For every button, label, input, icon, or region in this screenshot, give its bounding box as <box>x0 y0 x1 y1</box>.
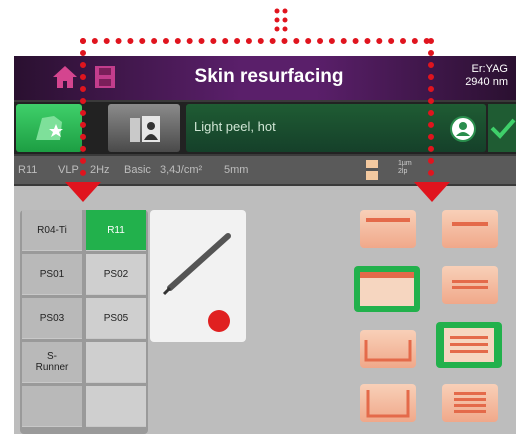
header-bar: Skin resurfacing Er:YAG 2940 nm <box>14 56 516 100</box>
preset-selector[interactable]: Light peel, hot <box>186 104 486 152</box>
handpiece-R04-Ti[interactable]: R04-Ti <box>22 210 82 251</box>
pattern-2-button[interactable] <box>354 266 420 312</box>
handpiece-S-Runner[interactable]: S- Runner <box>22 342 82 383</box>
laser-wavelength: 2940 nm <box>465 76 508 88</box>
callout-top-line <box>80 38 430 44</box>
handpiece-PS05[interactable]: PS05 <box>86 298 146 339</box>
patient-tab-button[interactable] <box>108 104 180 152</box>
handpiece-empty-3 <box>86 386 146 427</box>
preset-label: Light peel, hot <box>194 119 276 134</box>
param-extra-1: 1µm <box>398 160 412 167</box>
callout-arrow-left <box>65 182 101 202</box>
handpiece-empty-2 <box>22 386 82 427</box>
treatment-tab-button[interactable] <box>16 104 82 152</box>
param-fluence: 3,4J/cm² <box>160 164 203 176</box>
param-handpiece: R11 <box>18 164 38 176</box>
handpiece-grid: R04-Ti R11 PS01 PS02 PS03 PS05 S- Runner <box>20 210 148 434</box>
handpiece-preview <box>150 210 246 342</box>
pattern-3-button[interactable] <box>360 330 416 368</box>
main-panel: R04-Ti R11 PS01 PS02 PS03 PS05 S- Runner <box>14 186 516 434</box>
param-frequency: 2Hz <box>90 164 110 176</box>
param-extra-2: 2lp <box>398 168 408 175</box>
callout-right-line <box>428 38 434 188</box>
page-title: Skin resurfacing <box>194 66 344 87</box>
device-screen: Skin resurfacing Er:YAG 2940 nm Light pe… <box>14 56 516 434</box>
parameters-bar: R11 VLP 2Hz Basic 3,4J/cm² 5mm 1µm 2lp <box>14 156 516 184</box>
param-mode: VLP <box>58 164 79 176</box>
laser-type: Er:YAG 2940 nm <box>465 63 508 89</box>
handpiece-R11[interactable]: R11 <box>86 210 146 251</box>
param-spot: 5mm <box>224 164 249 176</box>
confirm-check-button[interactable] <box>488 104 516 152</box>
laser-name: Er:YAG <box>471 63 508 75</box>
pattern-5-button[interactable] <box>442 210 498 248</box>
handpiece-PS03[interactable]: PS03 <box>22 298 82 339</box>
pattern-8-button[interactable] <box>442 384 498 422</box>
handpiece-icon <box>162 233 231 296</box>
handpiece-PS02[interactable]: PS02 <box>86 254 146 295</box>
user-icon[interactable] <box>450 116 476 142</box>
pattern-7-button[interactable] <box>436 322 502 368</box>
patient-file-icon <box>130 116 160 142</box>
pattern-4-button[interactable] <box>360 384 416 422</box>
mode-bar: Light peel, hot <box>14 102 516 154</box>
param-basic: Basic <box>124 164 151 176</box>
check-icon <box>490 118 516 139</box>
param-extra: 1µm 2lp <box>398 160 412 176</box>
face-star-icon <box>36 116 63 140</box>
pattern-6-button[interactable] <box>442 266 498 304</box>
callout-stem <box>274 8 288 32</box>
aiming-beam-indicator <box>208 310 230 332</box>
callout-arrow-right <box>414 182 450 202</box>
mode-indicator-icon <box>366 160 378 180</box>
pattern-1-button[interactable] <box>360 210 416 248</box>
home-icon[interactable] <box>52 64 78 90</box>
handpiece-empty-1 <box>86 342 146 383</box>
callout-left-line <box>80 38 86 188</box>
handpiece-PS01[interactable]: PS01 <box>22 254 82 295</box>
save-icon[interactable] <box>94 65 116 89</box>
